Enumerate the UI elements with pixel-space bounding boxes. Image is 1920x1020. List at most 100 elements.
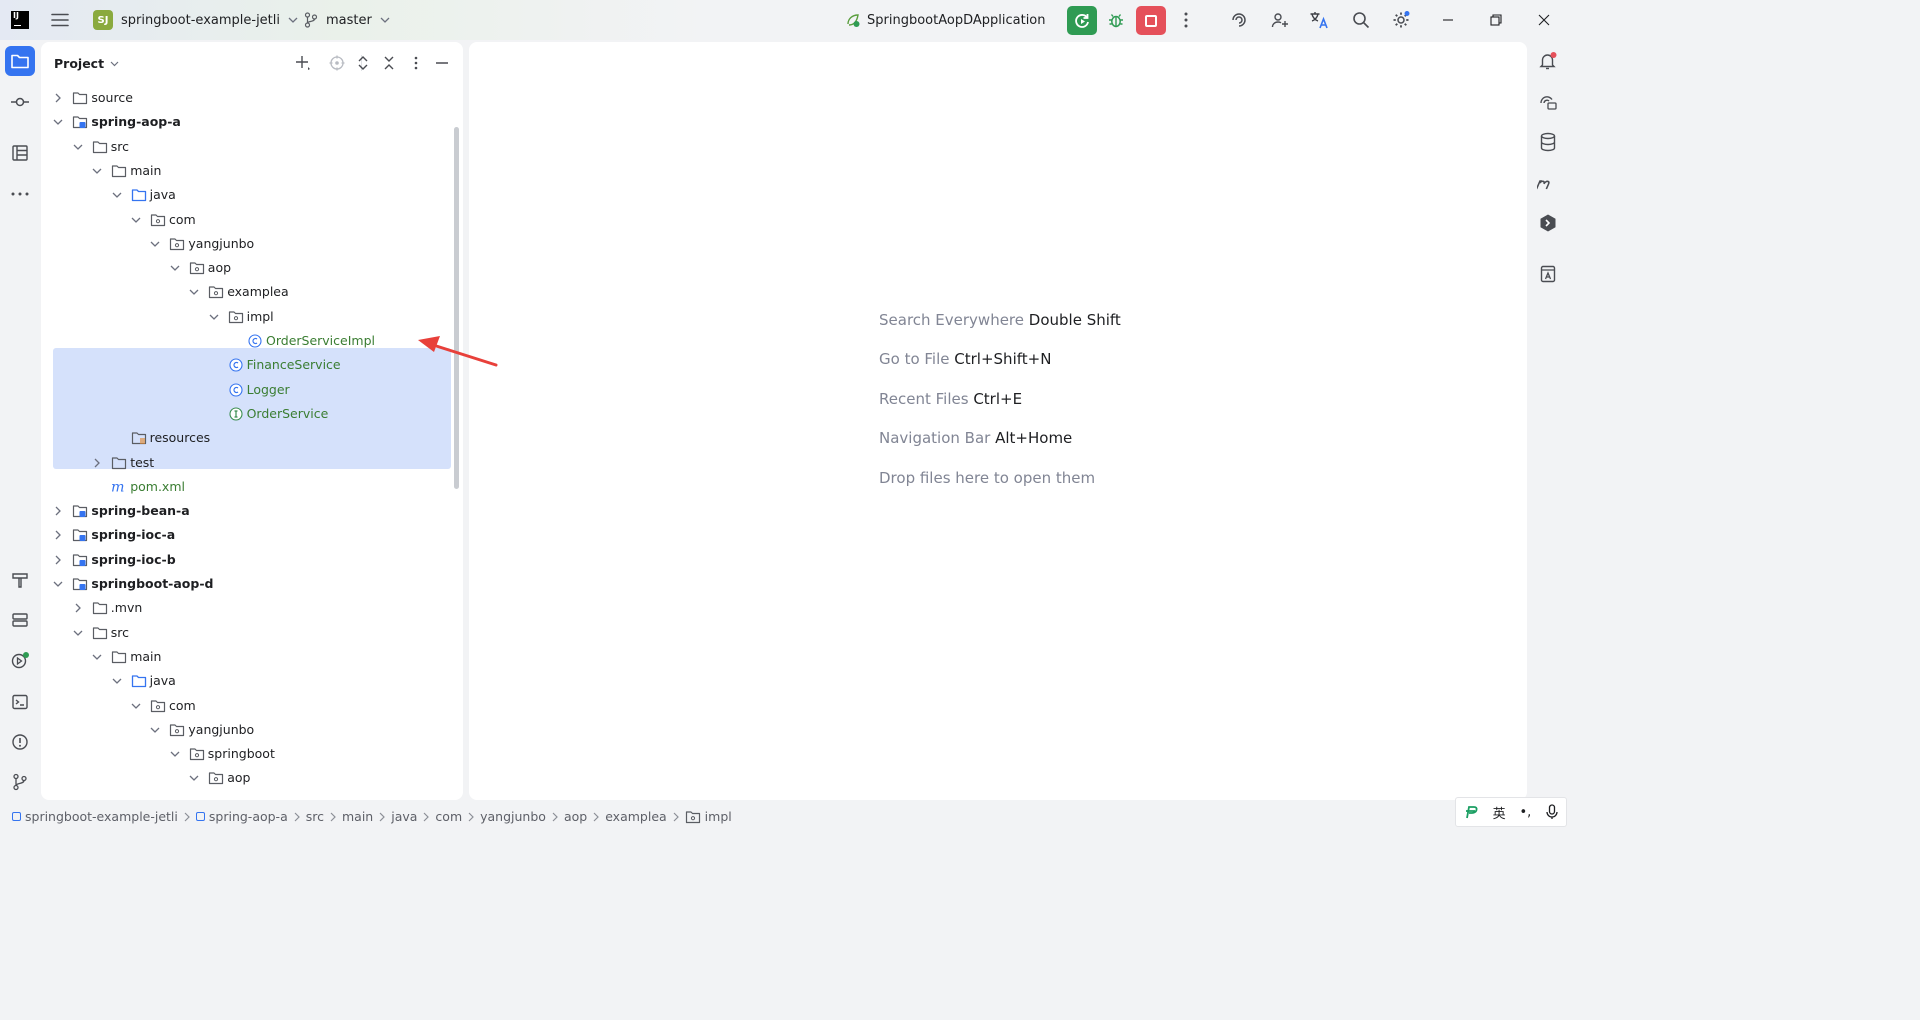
tree-node[interactable]: yangjunbo (41, 718, 453, 742)
tree-node[interactable]: spring-bean-a (41, 499, 453, 523)
problems-tool-button[interactable] (5, 727, 35, 757)
tree-node[interactable]: java (41, 669, 453, 693)
chevron-down-icon[interactable] (208, 311, 220, 323)
tree-node[interactable]: spring-ioc-a (41, 523, 453, 547)
breadcrumb-item[interactable]: aop (564, 809, 587, 824)
collapse-all-icon[interactable] (380, 54, 398, 72)
plugin-tool-button[interactable] (1533, 208, 1563, 238)
tree-node[interactable]: src (41, 621, 453, 645)
breadcrumb-item[interactable]: examplea (605, 809, 666, 824)
chevron-down-icon[interactable] (111, 189, 123, 201)
hide-panel-icon[interactable] (433, 54, 451, 72)
tree-node[interactable]: test (41, 451, 453, 475)
project-view-selector[interactable]: Project (54, 56, 119, 71)
breadcrumb-item[interactable]: impl (685, 809, 732, 824)
breadcrumb-item[interactable]: springboot-example-jetli (12, 809, 178, 824)
tree-node[interactable]: Logger (41, 378, 453, 402)
tree-node[interactable]: OrderService (41, 402, 453, 426)
breadcrumb-item[interactable]: spring-aop-a (195, 809, 288, 824)
select-opened-file-icon[interactable] (328, 54, 346, 72)
chevron-down-icon[interactable] (188, 286, 200, 298)
tree-node[interactable]: java (41, 183, 453, 207)
tree-node[interactable]: resources (41, 426, 453, 450)
breadcrumb-item[interactable]: main (342, 809, 373, 824)
build-tool-button[interactable] (5, 565, 35, 595)
notifications-button[interactable] (1533, 46, 1563, 76)
tree-node[interactable]: yangjunbo (41, 232, 453, 256)
ai-assistant-icon[interactable] (1229, 10, 1249, 30)
tree-node[interactable]: springboot-aop-d (41, 572, 453, 596)
tree-node[interactable]: impl (41, 305, 453, 329)
breadcrumb-item[interactable]: java (391, 809, 417, 824)
vcs-branch-switcher[interactable]: master (304, 0, 390, 40)
minimize-window-icon[interactable] (1438, 10, 1458, 30)
more-actions-icon[interactable] (1176, 10, 1196, 30)
services-tool-button[interactable] (5, 605, 35, 635)
chevron-right-icon[interactable] (52, 92, 64, 104)
chevron-right-icon[interactable] (72, 602, 84, 614)
chevron-down-icon[interactable] (91, 651, 103, 663)
search-icon[interactable] (1351, 10, 1371, 30)
tree-node[interactable]: springboot (41, 742, 453, 766)
tree-node[interactable]: .mvn (41, 596, 453, 620)
settings-gear-icon[interactable] (1391, 10, 1411, 30)
chevron-down-icon[interactable] (169, 262, 181, 274)
chevron-right-icon[interactable] (52, 554, 64, 566)
tree-node[interactable]: com (41, 208, 453, 232)
stop-button[interactable] (1136, 6, 1166, 35)
breadcrumb-item[interactable]: com (435, 809, 462, 824)
project-tool-button[interactable] (5, 46, 35, 76)
git-tool-button[interactable] (5, 767, 35, 797)
chevron-down-icon[interactable] (169, 748, 181, 760)
intellij-logo-icon[interactable]: IJ (11, 11, 29, 29)
debug-button[interactable] (1106, 10, 1126, 30)
chevron-down-icon[interactable] (52, 578, 64, 590)
chevron-down-icon[interactable] (130, 700, 142, 712)
ime-language[interactable]: 英 (1493, 803, 1506, 822)
tree-node[interactable]: aop (41, 256, 453, 280)
tree-node[interactable]: src (41, 135, 453, 159)
run-configuration-selector[interactable]: SpringbootAopDApplication (845, 0, 1082, 40)
tree-node[interactable]: main (41, 645, 453, 669)
chevron-down-icon[interactable] (91, 165, 103, 177)
microphone-icon[interactable] (1545, 804, 1559, 820)
project-switcher[interactable]: SJ springboot-example-jetli (93, 0, 298, 40)
chevron-down-icon[interactable] (72, 141, 84, 153)
more-tool-windows-icon[interactable] (5, 179, 35, 209)
chevron-right-icon[interactable] (52, 529, 64, 541)
tree-node[interactable]: aop (41, 766, 453, 790)
new-file-icon[interactable] (294, 54, 312, 72)
add-user-icon[interactable] (1270, 10, 1290, 30)
tree-node[interactable]: spring-aop-a (41, 110, 453, 134)
ai-chat-button[interactable] (1533, 88, 1563, 118)
chevron-right-icon[interactable] (91, 457, 103, 469)
chevron-right-icon[interactable] (52, 505, 64, 517)
chevron-down-icon[interactable] (52, 116, 64, 128)
maven-tool-button[interactable] (1533, 168, 1563, 198)
terminal-tool-button[interactable] (5, 687, 35, 717)
panel-options-icon[interactable] (407, 54, 425, 72)
commit-tool-button[interactable] (5, 87, 35, 117)
main-menu-icon[interactable] (50, 0, 70, 40)
tree-node[interactable]: m pom.xml (41, 475, 453, 499)
ime-toolbar[interactable]: 英 •, (1455, 797, 1567, 827)
rerun-button[interactable] (1067, 6, 1097, 35)
chevron-down-icon[interactable] (188, 772, 200, 784)
tree-node[interactable]: com (41, 694, 453, 718)
breadcrumb-item[interactable]: yangjunbo (480, 809, 546, 824)
chevron-down-icon[interactable] (72, 627, 84, 639)
chevron-down-icon[interactable] (149, 724, 161, 736)
chevron-down-icon[interactable] (130, 214, 142, 226)
breadcrumb-item[interactable]: src (306, 809, 324, 824)
tree-node[interactable]: examplea (41, 280, 453, 304)
documentation-tool-button[interactable] (1533, 259, 1563, 289)
tree-node[interactable]: source (41, 86, 453, 110)
ime-punctuation[interactable]: •, (1519, 805, 1531, 820)
chevron-down-icon[interactable] (111, 675, 123, 687)
tree-node[interactable]: spring-ioc-b (41, 548, 453, 572)
run-tool-button[interactable] (5, 646, 35, 676)
tree-scrollbar[interactable] (454, 127, 459, 489)
restore-window-icon[interactable] (1486, 10, 1506, 30)
tree-node[interactable]: OrderServiceImpl (41, 329, 453, 353)
close-window-icon[interactable] (1534, 10, 1554, 30)
